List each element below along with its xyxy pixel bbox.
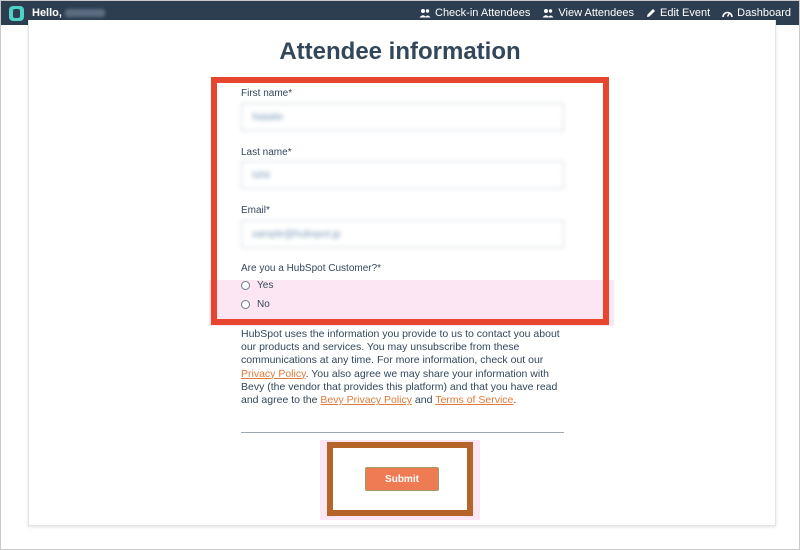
nav-check-in-attendees[interactable]: Check-in Attendees [419, 7, 530, 19]
people-icon [542, 9, 554, 18]
legal-text: HubSpot uses the information you provide… [241, 328, 560, 367]
nav-label: Edit Event [660, 7, 711, 19]
people-icon [419, 9, 431, 18]
greeting: Hello, [32, 7, 105, 19]
divider [241, 432, 564, 433]
pencil-icon [647, 9, 656, 17]
privacy-policy-link[interactable]: Privacy Policy [241, 368, 306, 380]
brand: Hello, [9, 5, 105, 21]
nav-label: Dashboard [737, 7, 791, 19]
legal-text: and [412, 394, 436, 407]
bevy-privacy-policy-link[interactable]: Bevy Privacy Policy [320, 394, 412, 406]
nav-view-attendees[interactable]: View Attendees [542, 7, 634, 19]
terms-of-service-link[interactable]: Terms of Service [435, 394, 513, 406]
logo-icon[interactable] [9, 5, 24, 21]
gauge-icon [722, 11, 733, 17]
submit-button[interactable]: Submit [365, 467, 439, 491]
legal-notice: HubSpot uses the information you provide… [241, 328, 571, 407]
user-name-redacted [64, 9, 105, 18]
nav-menu: Check-in Attendees View Attendees Edit E… [407, 7, 791, 19]
legal-text: . [513, 394, 517, 407]
nav-edit-event[interactable]: Edit Event [646, 7, 710, 19]
nav-dashboard[interactable]: Dashboard [722, 7, 791, 19]
page-title: Attendee information [279, 38, 521, 65]
nav-label: View Attendees [558, 7, 635, 19]
nav-label: Check-in Attendees [435, 7, 531, 19]
highlight-box-fields [211, 77, 609, 325]
